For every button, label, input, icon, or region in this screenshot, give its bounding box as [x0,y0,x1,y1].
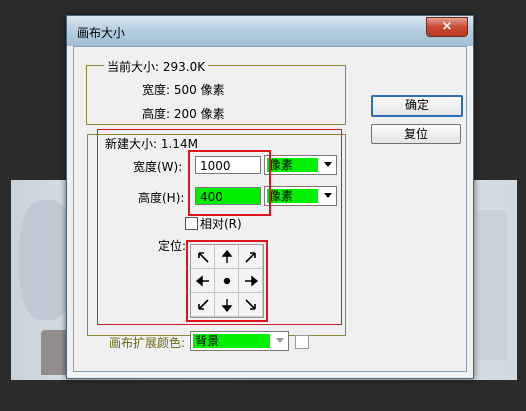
relative-checkbox[interactable] [185,217,198,230]
height-unit-select[interactable]: 像素 [264,186,337,206]
current-size-legend: 当前大小: 293.0K [104,58,209,75]
dropdown-arrow-icon [276,338,284,343]
close-button[interactable]: × [426,17,468,37]
window-title: 画布大小 [77,26,126,40]
dropdown-arrow-icon [324,162,332,167]
new-size-legend: 新建大小: 1.14M [102,135,201,152]
title-bar[interactable]: 画布大小 × [67,16,473,46]
height-unit-value: 像素 [267,189,318,203]
extension-color-select[interactable]: 背景 [190,331,289,351]
dialog-client: 当前大小: 293.0K 宽度: 500 像素 高度: 200 像素 确定 复位… [73,46,467,372]
extension-color-label: 画布扩展颜色: [109,336,186,350]
current-height-text: 高度: 200 像素 [142,107,225,121]
current-width-text: 宽度: 500 像素 [142,83,225,97]
dropdown-arrow-icon [324,193,332,198]
height-label: 高度(H): [138,191,185,205]
width-unit-select[interactable]: 像素 [264,155,337,175]
reset-button[interactable]: 复位 [371,124,461,144]
anchor-label: 定位: [158,239,187,253]
canvas-size-dialog: 画布大小 × 当前大小: 293.0K 宽度: 500 像素 高度: 200 像… [66,15,474,379]
width-unit-value: 像素 [267,158,318,172]
relative-label: 相对(R) [200,217,242,231]
size-inputs-highlight [188,150,271,216]
extension-color-value: 背景 [193,334,270,348]
background-image-right [477,210,507,360]
close-icon: × [441,19,453,34]
anchor-highlight [186,240,268,322]
extension-color-swatch[interactable] [295,335,309,349]
width-label: 宽度(W): [133,160,183,174]
ok-button[interactable]: 确定 [371,95,463,117]
